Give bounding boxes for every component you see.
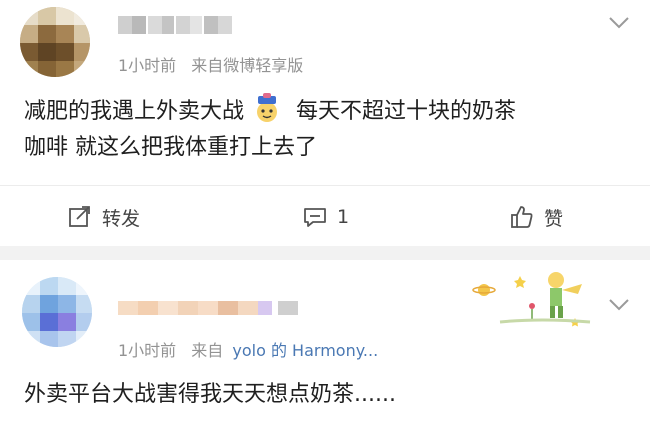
post-meta: 1小时前 来自微博轻享版 (118, 52, 303, 76)
blurred-username[interactable] (118, 296, 298, 320)
post-meta: 1小时前 来自 yolo 的 Harmony... (118, 337, 378, 361)
user-avatar[interactable] (22, 277, 92, 347)
post-text-line-2: 咖啡 就这么把我体重打上去了 (24, 135, 317, 160)
post-time: 1小时前 (118, 341, 177, 360)
comment-icon (304, 208, 326, 227)
user-avatar[interactable] (20, 7, 90, 77)
pixelated-avatar-icon (20, 7, 90, 77)
weibo-post-2: 1小时前 来自 yolo 的 Harmony... 外卖平台大战害得我天天想点奶… (0, 260, 650, 425)
repost-button[interactable]: 转发 (68, 202, 140, 232)
blurred-username[interactable] (118, 13, 243, 37)
post-text: 外卖平台大战害得我天天想点奶茶...... (24, 382, 396, 407)
pixelated-avatar-icon (22, 277, 92, 347)
post-time: 1小时前 (118, 56, 177, 75)
post-source: 来自微博轻享版 (191, 56, 304, 75)
like-button[interactable]: 赞 (510, 202, 563, 232)
like-label: 赞 (544, 207, 564, 230)
post-divider (0, 246, 650, 260)
comment-count: 1 (337, 206, 350, 228)
post-text-part-b: 每天不超过十块的奶茶 (296, 99, 517, 124)
post-text: 减肥的我遇上外卖大战 每天不超过十块的奶茶 咖啡 就这么把我体重打上去了 (24, 93, 516, 166)
comment-button[interactable]: 1 (303, 202, 349, 232)
weibo-post-1: 1小时前 来自微博轻享版 减肥的我遇上外卖大战 每天不超过十块的奶茶 咖啡 就这… (0, 0, 650, 246)
little-prince-sticker-icon (472, 272, 591, 327)
post-text-line-1: 减肥的我遇上外卖大战 每天不超过十块的奶茶 (24, 93, 516, 130)
post-source-link[interactable]: yolo 的 Harmony... (232, 341, 378, 360)
post-text-part-a: 减肥的我遇上外卖大战 (24, 99, 245, 124)
blurred-name-icon (118, 13, 243, 37)
chevron-down-icon[interactable] (608, 298, 630, 312)
blurred-name-icon (118, 296, 298, 320)
post-source-prefix: 来自 (191, 341, 224, 360)
repost-label: 转发 (102, 207, 141, 230)
edit-share-icon (69, 206, 90, 227)
chevron-down-icon[interactable] (608, 16, 630, 30)
thumbs-up-icon (511, 206, 533, 228)
lurking-doll-icon (257, 93, 278, 122)
post-action-bar: 转发 1 赞 (0, 185, 650, 246)
